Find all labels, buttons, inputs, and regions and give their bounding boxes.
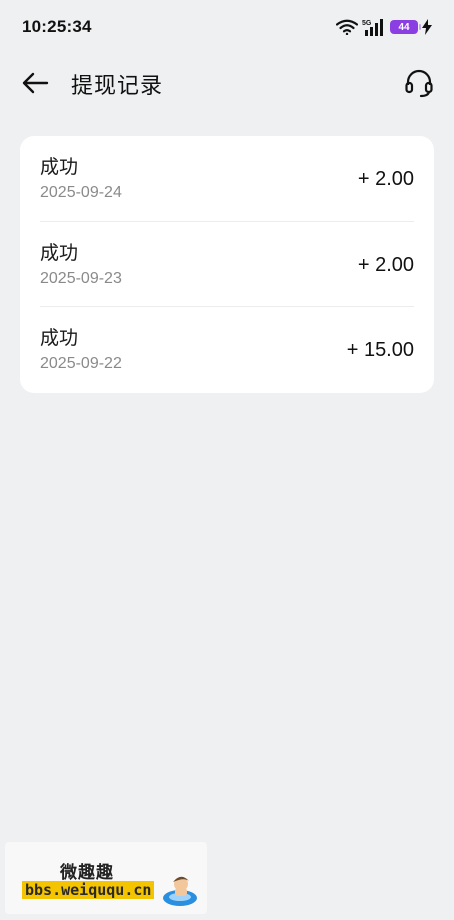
wifi-icon — [336, 19, 358, 35]
watermark-url: bbs.weiququ.cn — [22, 881, 155, 899]
watermark: 微趣趣 bbs.weiququ.cn — [5, 842, 207, 914]
list-item[interactable]: 成功 2025-09-24 + 2.00 — [40, 136, 414, 222]
record-date: 2025-09-24 — [40, 184, 122, 201]
record-status: 成功 — [40, 157, 79, 178]
list-item[interactable]: 成功 2025-09-22 + 15.00 — [40, 307, 414, 393]
watermark-title: 微趣趣 — [60, 863, 114, 882]
record-amount: + 2.00 — [357, 253, 414, 276]
record-amount: + 2.00 — [357, 168, 414, 190]
back-button[interactable] — [18, 68, 52, 98]
record-status: 成功 — [40, 242, 79, 264]
mascot-icon — [163, 876, 197, 906]
headset-icon — [405, 69, 433, 98]
battery-icon: 44 — [390, 20, 421, 34]
signal-icon: 5G — [362, 19, 383, 36]
back-arrow-icon — [22, 72, 49, 94]
charging-icon — [422, 19, 432, 35]
network-type: 5G — [362, 20, 372, 27]
record-status: 成功 — [40, 328, 79, 350]
record-date: 2025-09-22 — [40, 355, 122, 373]
app-header: 提现记录 — [0, 54, 454, 110]
customer-service-button[interactable] — [402, 66, 436, 100]
status-bar: 10:25:34 5G 44 — [0, 0, 454, 54]
battery-level: 44 — [398, 21, 410, 33]
page-title: 提现记录 — [71, 73, 164, 98]
list-item[interactable]: 成功 2025-09-23 + 2.00 — [40, 222, 414, 308]
record-amount: + 15.00 — [346, 339, 414, 362]
withdrawal-record-list: 成功 2025-09-24 + 2.00 成功 2025-09-23 + 2.0… — [20, 136, 434, 393]
record-date: 2025-09-23 — [40, 269, 122, 287]
status-icons: 5G 44 — [336, 18, 432, 36]
status-time: 10:25:34 — [22, 17, 92, 36]
